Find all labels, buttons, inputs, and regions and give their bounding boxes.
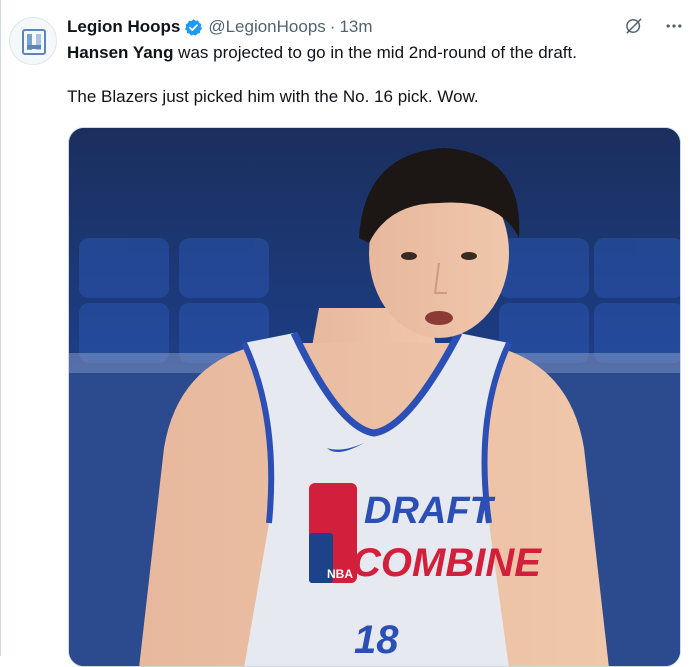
verified-badge-icon <box>184 18 203 37</box>
tweet-text-bold: Hansen Yang <box>67 43 174 62</box>
jersey-text-combine: COMBINE <box>352 541 542 585</box>
legion-hoops-logo-icon <box>11 19 56 64</box>
tweet-header: Legion Hoops @LegionHoops · 13m <box>67 15 373 39</box>
tweet-text-line-2: The Blazers just picked him with the No.… <box>67 87 479 106</box>
tweet-card[interactable]: Legion Hoops @LegionHoops · 13m Hansen Y… <box>0 0 695 667</box>
tweet-text: Hansen Yang was projected to go in the m… <box>67 42 677 108</box>
separator-dot: · <box>329 17 336 36</box>
tweet-photo[interactable]: NBA DRAFT COMBINE 18 <box>68 127 681 667</box>
avatar[interactable] <box>9 17 57 65</box>
tweet-actions <box>623 15 685 37</box>
jersey-text-draft: DRAFT <box>364 490 496 532</box>
jersey-number: 18 <box>354 618 399 662</box>
author-name[interactable]: Legion Hoops <box>67 17 180 37</box>
tweet-text-line-1-rest: was projected to go in the mid 2nd-round… <box>173 43 577 62</box>
author-handle[interactable]: @LegionHoops <box>208 17 325 37</box>
grok-icon[interactable] <box>623 15 645 37</box>
more-icon[interactable] <box>663 15 685 37</box>
nba-logo-text: NBA <box>327 567 353 581</box>
timestamp[interactable]: 13m <box>339 17 372 37</box>
tweet-text-line-1: Hansen Yang was projected to go in the m… <box>67 42 677 64</box>
player-photo: NBA DRAFT COMBINE 18 <box>69 128 680 666</box>
